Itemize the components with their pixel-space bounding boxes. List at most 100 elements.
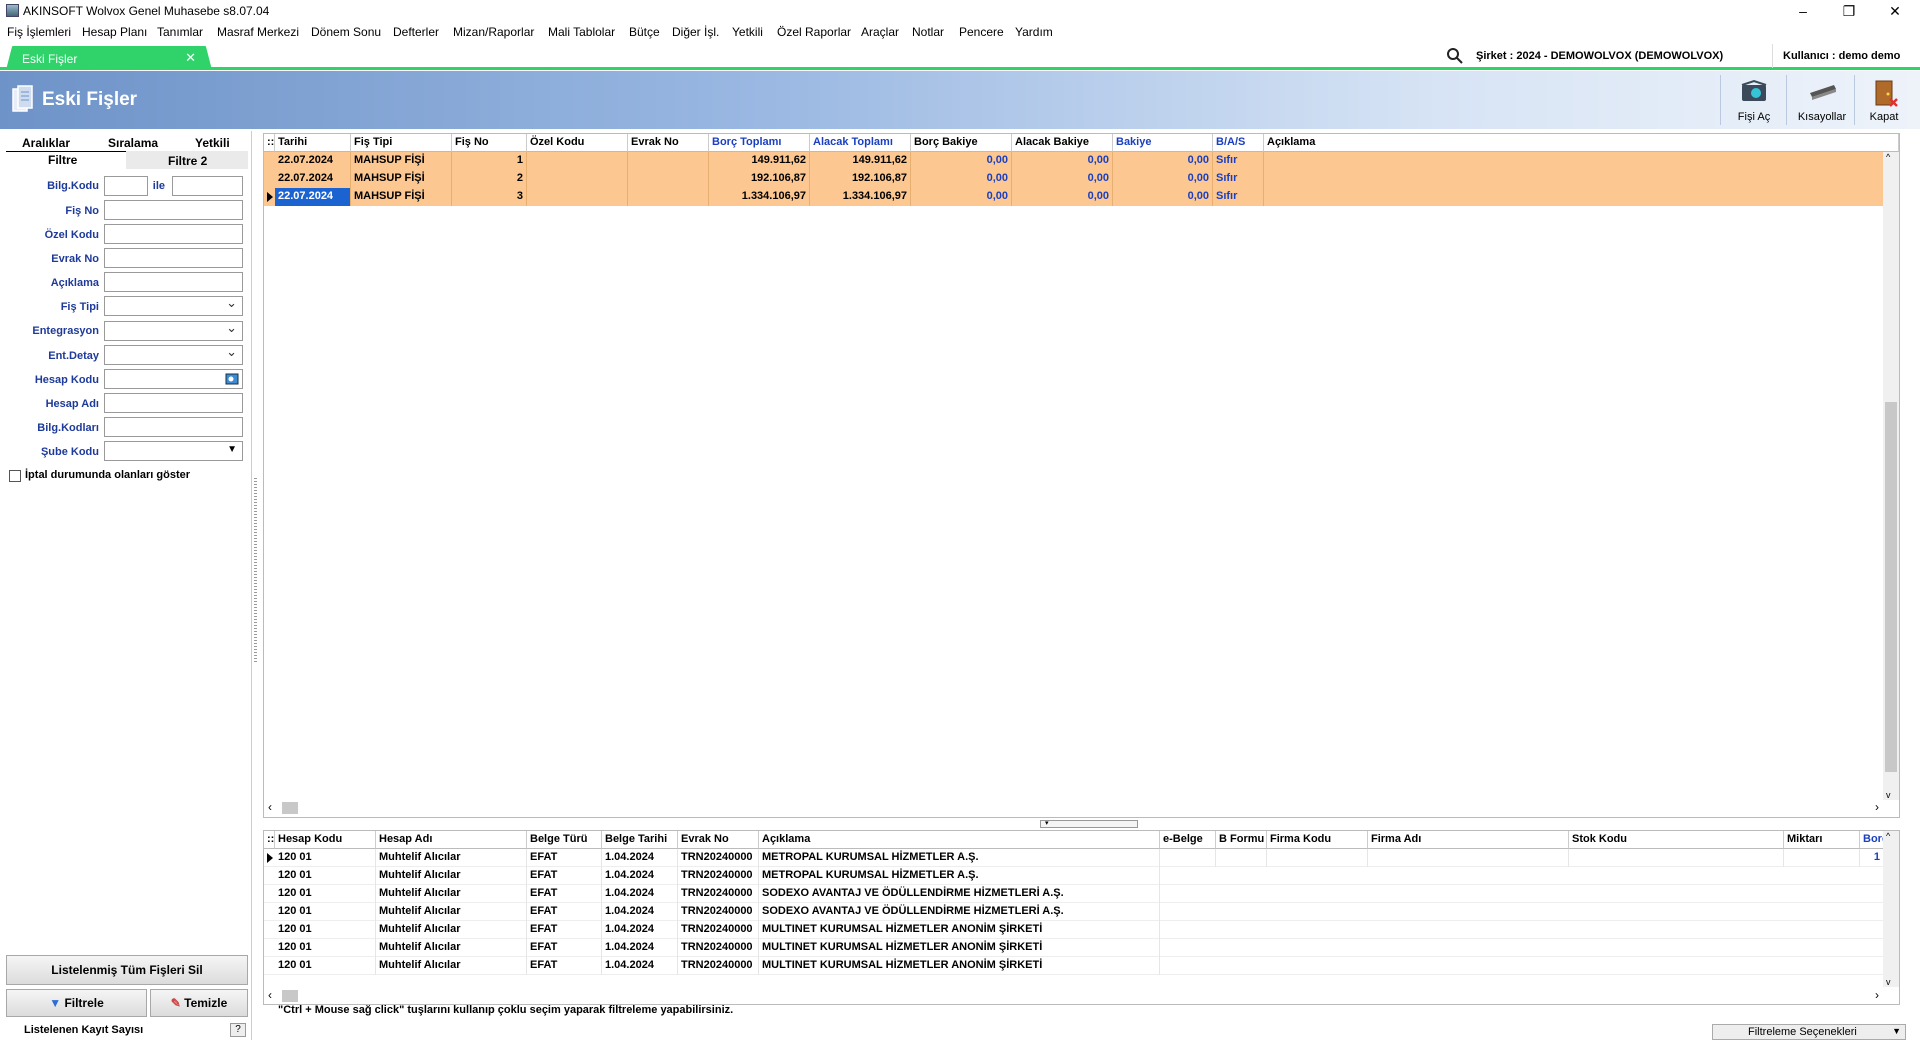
scroll-up-icon[interactable]: ^ [1886,831,1890,841]
table-row[interactable]: 22.07.2024 MAHSUP FİŞİ 3 1.334.106,97 1.… [264,188,1899,206]
menu-donem-sonu[interactable]: Dönem Sonu [311,25,381,39]
col-hesap-adi[interactable]: Hesap Adı [376,831,527,849]
table-row[interactable]: 120 01 Muhtelif Alıcılar EFAT 1.04.2024 … [264,867,1884,885]
bilg-kodu-start-input[interactable] [104,176,148,196]
bilg-kodlari-input[interactable] [104,417,243,437]
col-firma-adi[interactable]: Firma Adı [1368,831,1569,849]
menu-yetkili[interactable]: Yetkili [732,25,763,39]
vertical-scrollbar[interactable]: ^ v [1883,152,1899,800]
fis-no-input[interactable] [104,200,243,220]
col-borc[interactable]: Borç [1860,831,1884,849]
lookup-icon[interactable] [225,372,239,386]
ent-detay-select[interactable] [104,344,243,365]
horizontal-scrollbar[interactable]: ‹ › [264,988,1899,1004]
scroll-down-icon[interactable]: v [1886,977,1891,987]
scrollbar-thumb[interactable] [1885,402,1897,772]
col-belge-turu[interactable]: Belge Türü [527,831,602,849]
filter-button[interactable]: ▼ Filtrele [6,989,147,1017]
filter-options-dropdown[interactable]: Filtreleme Seçenekleri ▼ [1712,1024,1906,1040]
col-borc-bakiye[interactable]: Borç Bakiye [911,134,1012,152]
col-ozel-kodu[interactable]: Özel Kodu [527,134,628,152]
col-hesap-kodu[interactable]: Hesap Kodu [275,831,376,849]
menu-mizan-raporlar[interactable]: Mizan/Raporlar [453,25,534,39]
grid-splitter[interactable]: ▾ [1040,820,1138,828]
scroll-right-icon[interactable]: › [1875,800,1879,814]
table-row[interactable]: 120 01 Muhtelif Alıcılar EFAT 1.04.2024 … [264,939,1884,957]
tab-eski-fisler[interactable]: Eski Fişler ✕ [6,46,212,70]
col-e-belge[interactable]: e-Belge [1160,831,1216,849]
scroll-up-icon[interactable]: ^ [1886,152,1890,162]
close-tab-icon[interactable]: ✕ [185,50,196,66]
table-row[interactable]: 120 01 Muhtelif Alıcılar EFAT 1.04.2024 … [264,903,1884,921]
col-evrak-no[interactable]: Evrak No [628,134,709,152]
col-tarihi[interactable]: Tarihi [275,134,351,152]
cancel-status-checkbox[interactable] [9,470,21,482]
col-alacak-bakiye[interactable]: Alacak Bakiye [1012,134,1113,152]
table-row[interactable]: 120 01 Muhtelif Alıcılar EFAT 1.04.2024 … [264,849,1884,867]
menu-ozel-raporlar[interactable]: Özel Raporlar [777,25,851,39]
menu-fis-islemleri[interactable]: Fiş İşlemleri [7,25,71,39]
col-bas[interactable]: B/A/S [1213,134,1264,152]
close-window-button[interactable]: ✕ [1872,0,1918,22]
scroll-left-icon[interactable]: ‹ [268,800,272,814]
delete-all-button[interactable]: Listelenmiş Tüm Fişleri Sil [6,955,248,985]
panel-splitter[interactable] [252,470,260,670]
aciklama-input[interactable] [104,272,243,292]
sube-kodu-select[interactable]: ▼ [104,441,243,461]
table-row[interactable]: 120 01 Muhtelif Alıcılar EFAT 1.04.2024 … [264,957,1884,975]
table-row[interactable]: 120 01 Muhtelif Alıcılar EFAT 1.04.2024 … [264,921,1884,939]
col-b-formu[interactable]: B Formu [1216,831,1267,849]
fis-tipi-select[interactable] [104,295,243,316]
ozel-kodu-input[interactable] [104,224,243,244]
col-fis-no[interactable]: Fiş No [452,134,527,152]
menu-pencere[interactable]: Pencere [959,25,1004,39]
tab-yetkili[interactable]: Yetkili [195,136,230,150]
hesap-kodu-input[interactable] [104,369,243,389]
col-alacak-toplami[interactable]: Alacak Toplamı [810,134,911,152]
minimize-button[interactable]: – [1780,0,1826,22]
vertical-scrollbar[interactable]: ^ v [1883,831,1899,987]
menu-butce[interactable]: Bütçe [629,25,660,39]
col-aciklama[interactable]: Açıklama [759,831,1160,849]
col-borc-toplami[interactable]: Borç Toplamı [709,134,810,152]
tab-filtre-2[interactable]: Filtre 2 [168,154,207,168]
entegrasyon-select[interactable] [104,320,243,341]
help-button[interactable]: ? [230,1023,246,1037]
clear-button[interactable]: ✎ Temizle [150,989,248,1017]
menu-notlar[interactable]: Notlar [912,25,944,39]
col-aciklama[interactable]: Açıklama [1264,134,1899,152]
maximize-button[interactable]: ❐ [1826,0,1872,22]
col-evrak-no[interactable]: Evrak No [678,831,759,849]
open-receipt-button[interactable]: Fişi Aç [1722,75,1786,127]
scroll-left-icon[interactable]: ‹ [268,988,272,1002]
table-row[interactable]: 22.07.2024 MAHSUP FİŞİ 2 192.106,87 192.… [264,170,1899,188]
tab-filtre[interactable]: Filtre [48,153,77,167]
receipt-details-grid[interactable]: :: Hesap Kodu Hesap Adı Belge Türü Belge… [263,830,1900,1005]
hesap-adi-input[interactable] [104,393,243,413]
col-belge-tarihi[interactable]: Belge Tarihi [602,831,678,849]
scroll-down-icon[interactable]: v [1886,790,1891,800]
menu-tanimlar[interactable]: Tanımlar [157,25,203,39]
tab-siralama[interactable]: Sıralama [108,136,158,150]
receipts-grid[interactable]: :: Tarihi Fiş Tipi Fiş No Özel Kodu Evra… [263,133,1900,818]
close-page-button[interactable]: Kapat [1852,75,1916,127]
scrollbar-thumb[interactable] [282,802,298,814]
menu-mali-tablolar[interactable]: Mali Tablolar [548,25,615,39]
table-row[interactable]: 22.07.2024 MAHSUP FİŞİ 1 149.911,62 149.… [264,152,1899,170]
col-firma-kodu[interactable]: Firma Kodu [1267,831,1368,849]
table-row[interactable]: 120 01 Muhtelif Alıcılar EFAT 1.04.2024 … [264,885,1884,903]
menu-masraf-merkezi[interactable]: Masraf Merkezi [217,25,299,39]
bilg-kodu-end-input[interactable] [172,176,243,196]
scrollbar-thumb[interactable] [282,990,298,1002]
menu-yardim[interactable]: Yardım [1015,25,1053,39]
menu-araclar[interactable]: Araçlar [861,25,899,39]
shortcuts-button[interactable]: Kısayollar [1790,75,1854,127]
horizontal-scrollbar[interactable]: ‹ › [264,800,1899,816]
scroll-right-icon[interactable]: › [1875,988,1879,1002]
tab-araliklar[interactable]: Aralıklar [22,136,70,150]
col-miktari[interactable]: Miktarı [1784,831,1860,849]
col-stok-kodu[interactable]: Stok Kodu [1569,831,1784,849]
evrak-no-input[interactable] [104,248,243,268]
col-fis-tipi[interactable]: Fiş Tipi [351,134,452,152]
menu-hesap-plani[interactable]: Hesap Planı [82,25,147,39]
